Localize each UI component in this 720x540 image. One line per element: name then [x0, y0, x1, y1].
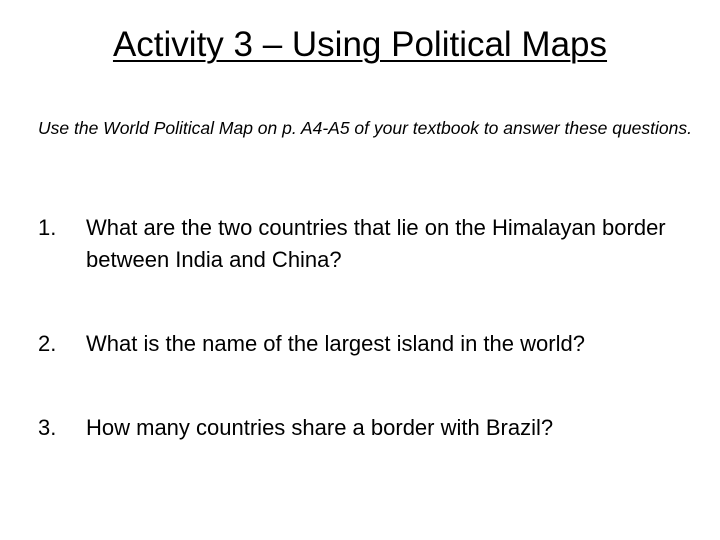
question-list: 1. What are the two countries that lie o… — [38, 212, 698, 444]
question-text: What are the two countries that lie on t… — [86, 215, 666, 272]
question-text: How many countries share a border with B… — [86, 415, 554, 440]
slide-title: Activity 3 – Using Political Maps — [112, 25, 608, 64]
slide: Activity 3 – Using Political Maps Use th… — [0, 0, 720, 540]
question-number: 1. — [38, 215, 57, 240]
question-text: What is the name of the largest island i… — [86, 331, 585, 356]
question-number: 2. — [38, 331, 57, 356]
question-item: 1. What are the two countries that lie o… — [38, 212, 698, 276]
instructions-text: Use the World Political Map on p. A4-A5 … — [38, 118, 692, 138]
question-item: 3. How many countries share a border wit… — [38, 412, 698, 444]
question-number: 3. — [38, 415, 57, 440]
question-item: 2. What is the name of the largest islan… — [38, 328, 698, 360]
